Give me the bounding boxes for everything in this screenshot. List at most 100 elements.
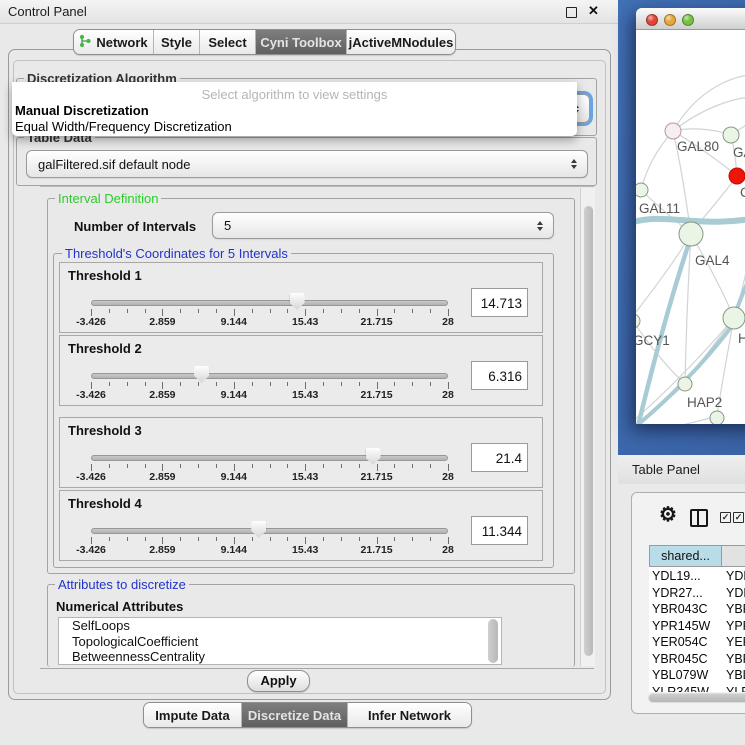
network-edge[interactable] xyxy=(638,237,691,424)
network-node-h[interactable] xyxy=(723,307,745,329)
tab-impute-data[interactable]: Impute Data xyxy=(144,703,242,727)
slider-tick xyxy=(234,537,235,544)
slider-tick xyxy=(91,464,92,471)
threshold-slider-track[interactable] xyxy=(91,455,448,461)
algorithm-placeholder-option[interactable]: Select algorithm to view settings xyxy=(12,87,577,102)
table-row[interactable]: YLR345WYLR3 xyxy=(649,684,745,693)
tab-label: Impute Data xyxy=(155,708,229,723)
network-node-gal4[interactable] xyxy=(679,222,703,246)
slider-tick xyxy=(180,464,181,468)
table-row[interactable]: YPR145WYPR1 xyxy=(649,618,745,635)
network-node-gal80[interactable] xyxy=(665,123,681,139)
node-table[interactable]: shared...n YDL19...YDL1YDR27...YDR2YBR04… xyxy=(649,545,745,692)
tab-label: Select xyxy=(208,35,246,50)
table-column-header[interactable]: shared... xyxy=(649,545,722,567)
threshold-slider-thumb[interactable] xyxy=(194,366,209,383)
table-hscrollbar-track[interactable] xyxy=(648,693,745,703)
tab-select[interactable]: Select xyxy=(200,30,256,54)
threshold-slider-thumb[interactable] xyxy=(251,521,266,538)
table-hscrollbar-thumb[interactable] xyxy=(649,694,745,702)
table-row[interactable]: YBR045CYBR0 xyxy=(649,651,745,668)
slider-tick xyxy=(448,382,449,389)
close-traffic-light-icon[interactable] xyxy=(646,14,658,26)
threshold-value-field[interactable]: 6.316 xyxy=(471,361,528,390)
threshold-slider-thumb[interactable] xyxy=(290,293,305,310)
slider-tick xyxy=(323,464,324,468)
tab-discretize-data[interactable]: Discretize Data xyxy=(242,703,348,727)
table-row[interactable]: YDR27...YDR2 xyxy=(649,585,745,602)
table-row[interactable]: YBR043CYBR0 xyxy=(649,601,745,618)
slider-tick-label: 2.859 xyxy=(130,544,194,556)
slider-tick xyxy=(412,382,413,386)
network-edge[interactable] xyxy=(673,129,731,135)
tab-jactivemnodules[interactable]: jActiveMNodules xyxy=(347,30,455,54)
table-row[interactable]: YBL079WYBL0 xyxy=(649,667,745,684)
slider-tick xyxy=(341,464,342,468)
thresholds-list: Threshold 1-3.4262.8599.14415.4321.71528… xyxy=(59,262,543,562)
slider-tick-label: -3.426 xyxy=(59,471,123,483)
network-canvas[interactable]: GAL80GACGAL11GAL4GCY1HHAP2 xyxy=(636,30,745,424)
threshold-block: Threshold 4-3.4262.8599.14415.4321.71528… xyxy=(59,490,543,561)
slider-tick xyxy=(341,537,342,541)
attributes-list-scrollbar[interactable] xyxy=(488,619,498,663)
minimize-traffic-light-icon[interactable] xyxy=(664,14,676,26)
tab-infer-network[interactable]: Infer Network xyxy=(348,703,471,727)
tab-network[interactable]: Network xyxy=(74,30,154,54)
network-node-gcy1[interactable] xyxy=(636,314,640,328)
table-row[interactable]: YDL19...YDL1 xyxy=(649,568,745,585)
slider-tick xyxy=(412,537,413,541)
split-table-icon[interactable] xyxy=(690,509,708,527)
attribute-list-item[interactable]: SelfLoops xyxy=(59,618,501,634)
tab-cyni-toolbox[interactable]: Cyni Toolbox xyxy=(256,30,347,54)
slider-tick xyxy=(198,464,199,468)
panel-scrollbar-track[interactable] xyxy=(580,188,595,666)
slider-tick-label: 9.144 xyxy=(202,544,266,556)
algorithm-option-equal-width[interactable]: Equal Width/Frequency Discretization xyxy=(15,119,232,134)
network-node[interactable] xyxy=(710,411,724,424)
network-edge[interactable] xyxy=(691,234,734,318)
threshold-slider-thumb[interactable] xyxy=(366,448,381,465)
slider-tick xyxy=(180,309,181,313)
table-row[interactable]: YER054CYER0 xyxy=(649,634,745,651)
apply-button[interactable]: Apply xyxy=(247,670,310,692)
algorithm-option-manual[interactable]: Manual Discretization xyxy=(15,103,149,118)
panel-scrollbar-thumb[interactable] xyxy=(584,206,593,656)
network-edge[interactable] xyxy=(641,131,673,190)
network-edge[interactable] xyxy=(636,234,691,320)
show-column-checkbox-icon[interactable]: ✓ xyxy=(720,512,731,523)
network-node-ga[interactable] xyxy=(723,127,739,143)
num-intervals-spinner[interactable]: 5 xyxy=(212,212,554,239)
network-edge[interactable] xyxy=(673,74,745,131)
float-window-icon[interactable] xyxy=(566,7,577,18)
threshold-value-field[interactable]: 21.4 xyxy=(471,443,528,472)
threshold-slider-track[interactable] xyxy=(91,528,448,534)
threshold-slider-track[interactable] xyxy=(91,373,448,379)
slider-tick xyxy=(180,382,181,386)
slider-tick xyxy=(430,382,431,386)
close-icon[interactable]: ✕ xyxy=(588,3,599,19)
network-node-gal11[interactable] xyxy=(636,183,648,197)
network-node-label: HAP2 xyxy=(687,395,722,410)
network-node-c[interactable] xyxy=(729,168,745,184)
table-cell: YER054C xyxy=(652,634,720,651)
attribute-list-item[interactable]: BetweennessCentrality xyxy=(59,649,501,665)
table-data-combobox[interactable]: galFiltered.sif default node xyxy=(26,150,588,178)
network-edge[interactable] xyxy=(735,258,745,315)
threshold-block: Threshold 3-3.4262.8599.14415.4321.71528… xyxy=(59,417,543,488)
slider-tick xyxy=(412,309,413,313)
numerical-attributes-list[interactable]: SelfLoopsTopologicalCoefficientBetweenne… xyxy=(58,617,502,665)
table-panel-titlebar: Table Panel xyxy=(618,455,745,485)
slider-tick-label: 28 xyxy=(416,316,480,328)
zoom-traffic-light-icon[interactable] xyxy=(682,14,694,26)
attribute-list-item[interactable]: TopologicalCoefficient xyxy=(59,634,501,650)
threshold-value-field[interactable]: 14.713 xyxy=(471,288,528,317)
threshold-value-field[interactable]: 11.344 xyxy=(471,516,528,545)
table-column-header[interactable]: n xyxy=(722,545,745,567)
tab-style[interactable]: Style xyxy=(154,30,200,54)
threshold-slider-track[interactable] xyxy=(91,300,448,306)
combo-arrows-icon xyxy=(571,159,578,169)
gear-icon[interactable]: ⚙ xyxy=(659,502,677,527)
network-node-hap2[interactable] xyxy=(678,377,692,391)
slider-tick xyxy=(448,309,449,316)
show-column-checkbox-icon[interactable]: ✓ xyxy=(733,512,744,523)
